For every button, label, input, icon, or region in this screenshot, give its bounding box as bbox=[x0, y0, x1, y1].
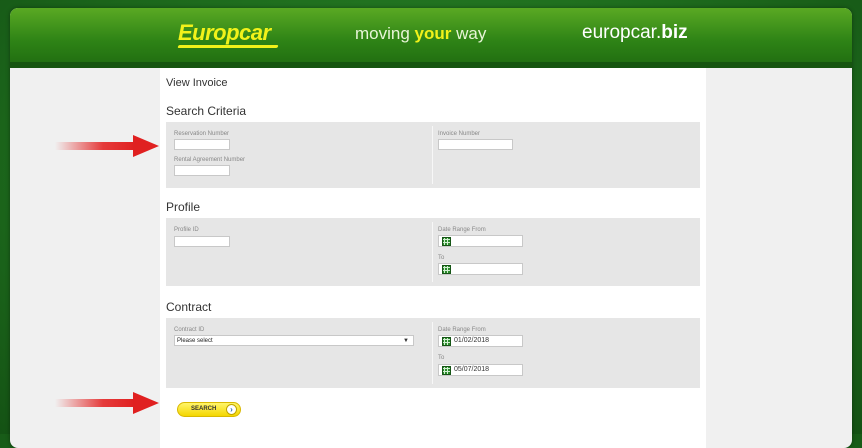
biz-suffix: biz bbox=[661, 22, 688, 43]
arrow-shaft bbox=[55, 399, 135, 407]
panel-divider bbox=[432, 322, 433, 384]
rental-agreement-label: Rental Agreement Number bbox=[174, 157, 246, 163]
arrow-head bbox=[133, 392, 159, 414]
panel-divider bbox=[432, 126, 433, 184]
profile-date-from-input[interactable] bbox=[438, 235, 523, 247]
profile-id-input[interactable] bbox=[174, 236, 230, 247]
invoice-number-label: Invoice Number bbox=[438, 131, 481, 137]
tagline-post: way bbox=[451, 24, 487, 43]
search-button-label: SEARCH bbox=[191, 406, 217, 412]
tagline-highlight: your bbox=[414, 24, 452, 43]
profile-date-to-label: To bbox=[438, 255, 445, 261]
search-button[interactable]: SEARCH › bbox=[177, 402, 241, 417]
calendar-icon[interactable] bbox=[442, 366, 451, 375]
reservation-number-label: Reservation Number bbox=[174, 131, 230, 137]
profile-title: Profile bbox=[166, 200, 201, 214]
europcar-logo[interactable]: Europcar bbox=[178, 20, 271, 46]
dropdown-arrow-icon: ▼ bbox=[403, 338, 409, 344]
calendar-icon[interactable] bbox=[442, 337, 451, 346]
contract-select-value: Please select bbox=[177, 338, 213, 344]
europcar-biz-logo: europcar.biz bbox=[582, 22, 688, 44]
search-criteria-title: Search Criteria bbox=[166, 104, 247, 118]
browser-frame: Europcar moving your way europcar.biz Vi… bbox=[10, 8, 852, 448]
profile-date-to-input[interactable] bbox=[438, 263, 523, 275]
main-content: View Invoice Search Criteria Reservation… bbox=[160, 68, 706, 448]
tagline-pre: moving bbox=[355, 24, 415, 43]
profile-id-label: Profile ID bbox=[174, 227, 199, 233]
calendar-icon[interactable] bbox=[442, 265, 451, 274]
contract-date-to-input[interactable]: 05/07/2018 bbox=[438, 364, 523, 376]
invoice-number-input[interactable] bbox=[438, 139, 513, 150]
arrow-shaft bbox=[55, 142, 135, 150]
profile-panel: Profile ID Date Range From To bbox=[166, 218, 700, 286]
contract-panel: Contract ID Please select ▼ Date Range F… bbox=[166, 318, 700, 388]
contract-date-from-value: 01/02/2018 bbox=[454, 337, 490, 344]
contract-date-from-input[interactable]: 01/02/2018 bbox=[438, 335, 523, 347]
profile-date-from-label: Date Range From bbox=[438, 227, 486, 233]
calendar-icon[interactable] bbox=[442, 237, 451, 246]
contract-date-to-value: 05/07/2018 bbox=[454, 366, 490, 373]
contract-title: Contract bbox=[166, 300, 212, 314]
contract-date-from-label: Date Range From bbox=[438, 327, 486, 333]
arrow-head bbox=[133, 135, 159, 157]
reservation-number-input[interactable] bbox=[174, 139, 230, 150]
panel-divider bbox=[432, 222, 433, 282]
biz-prefix: europcar. bbox=[582, 22, 662, 43]
logo-swoosh bbox=[177, 45, 279, 48]
rental-agreement-input[interactable] bbox=[174, 165, 230, 176]
contract-date-to-label: To bbox=[438, 355, 445, 361]
chevron-right-icon: › bbox=[226, 404, 237, 415]
site-header: Europcar moving your way europcar.biz bbox=[10, 8, 852, 68]
contract-id-select[interactable]: Please select ▼ bbox=[174, 335, 414, 346]
tagline: moving your way bbox=[355, 24, 486, 44]
contract-id-label: Contract ID bbox=[174, 327, 205, 333]
search-criteria-panel: Reservation Number Rental Agreement Numb… bbox=[166, 122, 700, 188]
page-title: View Invoice bbox=[166, 77, 228, 89]
